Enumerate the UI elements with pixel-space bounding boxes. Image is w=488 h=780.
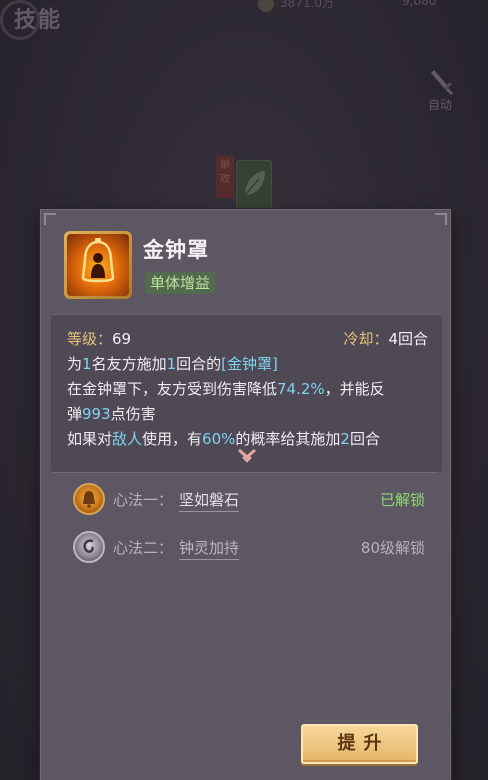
bell-icon (73, 483, 105, 515)
golden-bell-icon (67, 234, 129, 296)
skill-type-badge: 单体增益 (145, 272, 216, 294)
method-status: 已解锁 (379, 491, 425, 509)
desc-line: 在金钟罩下，友方受到伤害降低74.2%，并能反 (67, 380, 385, 398)
desc-line: 弹993点伤害 (67, 405, 156, 423)
expand-chevron-icon[interactable] (234, 446, 260, 466)
method-row-2[interactable]: 心法二： 钟灵加持 80级解锁 (73, 531, 425, 565)
skill-icon (64, 231, 132, 299)
method-name-link[interactable]: 坚如磐石 (179, 489, 240, 512)
skill-description: 为1名友方施加1回合的[金钟罩] 在金钟罩下，友方受到伤害降低74.2%，并能反… (67, 352, 429, 452)
upgrade-button[interactable]: 提升 (301, 724, 418, 764)
desc-line: 为1名友方施加1回合的[金钟罩] (67, 355, 278, 373)
divider (51, 314, 442, 315)
skill-cooldown: 冷却：4回合 (343, 330, 428, 348)
method-name-link[interactable]: 钟灵加持 (179, 537, 240, 560)
spiral-icon (73, 531, 105, 563)
corner-decoration (435, 213, 447, 225)
method-row-1[interactable]: 心法一： 坚如磐石 已解锁 (73, 483, 425, 517)
skill-name: 金钟罩 (143, 238, 209, 262)
divider (53, 472, 438, 473)
skill-level: 等级：69 (67, 330, 132, 348)
method-status: 80级解锁 (360, 539, 425, 557)
corner-decoration (44, 213, 56, 225)
skill-detail-panel: 金钟罩 单体增益 等级：69 冷却：4回合 为1名友方施加1回合的[金钟罩] 在… (40, 209, 451, 780)
